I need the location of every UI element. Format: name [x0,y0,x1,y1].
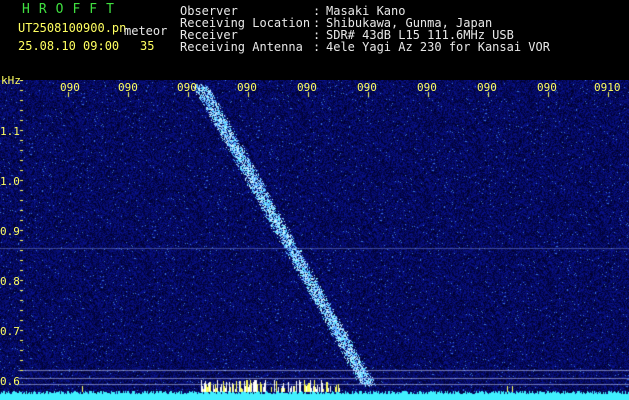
x-tick-label: 0910 [594,81,621,94]
y-tick-label: 0.9 [0,225,20,238]
date-time: 25.08.10 09:00 [18,39,120,53]
y-tick-label: 0.6 [0,375,20,388]
y-tick-label: 0.8 [0,275,20,288]
antenna-value: 4ele Yagi Az 230 for Kansai VOR [326,40,550,54]
file-name: UT2508100900.pn [18,21,127,35]
y-tick-label: 1.1 [0,125,20,138]
antenna-label: Receiving Antenna [180,40,303,54]
x-tick-label: 090 [237,81,257,94]
spectrogram-canvas [0,80,629,400]
y-axis-unit: kHz [1,74,21,87]
x-tick-label: 090 [477,81,497,94]
separator: : [313,40,321,54]
x-tick-label: 090 [297,81,317,94]
x-tick-label: 090 [537,81,557,94]
detection-tag: meteor [124,24,168,38]
x-tick-label: 090 [118,81,138,94]
y-tick-label: 0.7 [0,325,20,338]
x-tick-label: 090 [417,81,437,94]
header-panel: HROFFT UT2508100900.pn meteor 25.08.10 0… [0,0,629,80]
y-tick-label: 1.0 [0,175,20,188]
app-logo: HROFFT [22,2,123,17]
x-tick-label: 090 [60,81,80,94]
x-tick-label: 090 [357,81,377,94]
hrofft-window: HROFFT UT2508100900.pn meteor 25.08.10 0… [0,0,629,400]
x-tick-label: 090 [177,81,197,94]
meteor-count: 35 [140,39,155,53]
